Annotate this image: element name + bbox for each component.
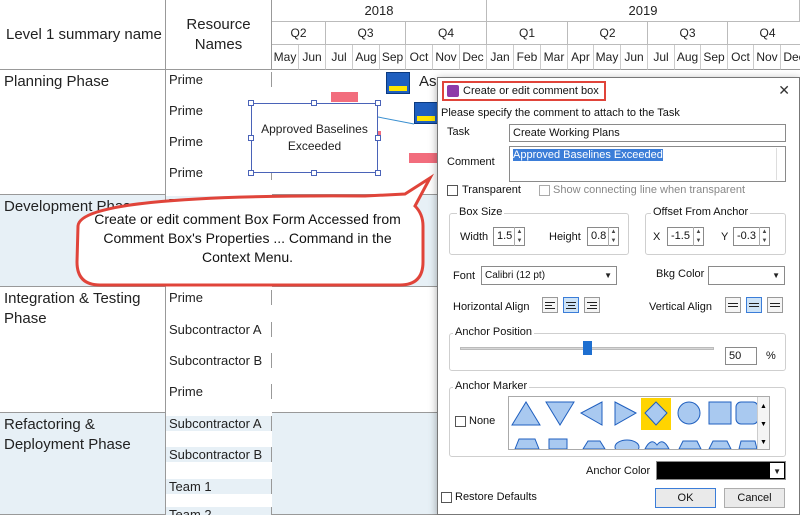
anchor-position-input[interactable]: 50 (725, 347, 757, 365)
dialog-title-bar: Create or edit comment box (442, 81, 606, 101)
restore-defaults-label: Restore Defaults (455, 491, 537, 503)
resize-handle[interactable] (375, 170, 381, 176)
comment-text: Approved Baselines Exceeded (513, 149, 663, 161)
align-middle-button[interactable] (746, 297, 762, 313)
align-bottom-button[interactable] (767, 297, 783, 313)
marker-gallery[interactable]: ▲ ▼ ▼ (508, 396, 770, 450)
anchor-color-select[interactable]: ▼ (656, 461, 786, 480)
transparent-checkbox[interactable] (447, 185, 458, 196)
resize-handle[interactable] (375, 100, 381, 106)
none-checkbox[interactable] (455, 416, 466, 427)
none-label: None (469, 415, 496, 427)
anchor-color-label: Anchor Color (586, 465, 651, 477)
triangle-right-icon (614, 401, 638, 426)
font-select[interactable]: Calibri (12 pt) ▼ (481, 266, 617, 285)
marker-shapes (511, 398, 759, 449)
chevron-down-icon: ▼ (772, 271, 780, 280)
percent-label: % (766, 350, 776, 362)
gallery-scroll[interactable]: ▲ ▼ ▼ (757, 397, 769, 449)
horizontal-align-label: Horizontal Align (453, 301, 530, 313)
comment-textarea[interactable]: Approved Baselines Exceeded (509, 146, 786, 182)
comment-box[interactable]: Approved Baselines Exceeded (251, 103, 378, 173)
x-label: X (653, 231, 661, 243)
anchor-position-label: Anchor Position (453, 326, 535, 338)
shape-icon (708, 440, 732, 449)
x-stepper[interactable]: ▲ ▼ (693, 227, 703, 246)
chevron-down-icon: ▼ (604, 271, 612, 280)
rectangle-icon (548, 438, 568, 449)
show-line-label: Show connecting line when transparent (553, 184, 746, 196)
comment-dialog: Create or edit comment box ✕ Please spec… (437, 77, 800, 515)
shape-icon (738, 440, 758, 449)
ellipse-icon (614, 439, 640, 449)
transparent-label: Transparent (462, 184, 521, 196)
scrollbar[interactable] (776, 148, 784, 180)
triangle-left-icon (579, 401, 603, 426)
close-icon[interactable]: ✕ (778, 82, 790, 99)
offset-label: Offset From Anchor (651, 206, 751, 218)
task-field[interactable]: Create Working Plans (509, 124, 786, 142)
circle-icon (677, 401, 701, 425)
y-label: Y (721, 231, 729, 243)
vertical-align-label: Vertical Align (649, 301, 712, 313)
resize-handle[interactable] (248, 135, 254, 141)
y-stepper[interactable]: ▲ ▼ (759, 227, 769, 246)
height-stepper[interactable]: ▲ ▼ (608, 227, 618, 246)
triangle-up-icon (511, 401, 541, 426)
width-label: Width (460, 231, 489, 243)
show-line-checkbox[interactable] (539, 185, 550, 196)
dialog-title: Create or edit comment box (463, 85, 599, 97)
trapezoid-icon (514, 438, 540, 449)
task-label: Task (447, 126, 470, 138)
resize-handle[interactable] (248, 100, 254, 106)
callout-text: Create or edit comment Box Form Accessed… (94, 211, 401, 265)
font-value: Calibri (12 pt) (485, 270, 546, 281)
anchor-marker-label: Anchor Marker (453, 380, 530, 392)
prompt-text: Please specify the comment to attach to … (441, 107, 680, 119)
align-top-button[interactable] (725, 297, 741, 313)
anchor-slider-thumb[interactable] (583, 341, 592, 355)
heart-icon (644, 441, 670, 449)
font-label: Font (453, 270, 476, 282)
app-icon (447, 85, 459, 97)
height-label: Height (549, 231, 581, 243)
resize-handle[interactable] (375, 135, 381, 141)
chevron-down-icon: ▼ (770, 463, 784, 478)
ok-button[interactable]: OK (655, 488, 716, 508)
align-center-button[interactable] (563, 297, 579, 313)
resize-handle[interactable] (311, 100, 317, 106)
comment-label: Comment (447, 156, 495, 168)
align-left-button[interactable] (542, 297, 558, 313)
restore-defaults-checkbox[interactable] (441, 492, 452, 503)
resize-handle[interactable] (248, 170, 254, 176)
align-right-button[interactable] (584, 297, 600, 313)
square-icon (708, 401, 732, 425)
anchor-line (377, 116, 415, 125)
width-stepper[interactable]: ▲ ▼ (514, 227, 524, 246)
bkg-color-label: Bkg Color (656, 268, 705, 280)
resize-handle[interactable] (311, 170, 317, 176)
bkg-color-select[interactable]: ▼ (708, 266, 785, 285)
hexagon-icon (582, 440, 606, 449)
triangle-down-icon (545, 401, 575, 426)
rounded-square-icon (735, 401, 759, 425)
box-size-label: Box Size (457, 206, 505, 218)
shape-icon (678, 440, 702, 449)
cancel-button[interactable]: Cancel (724, 488, 785, 508)
